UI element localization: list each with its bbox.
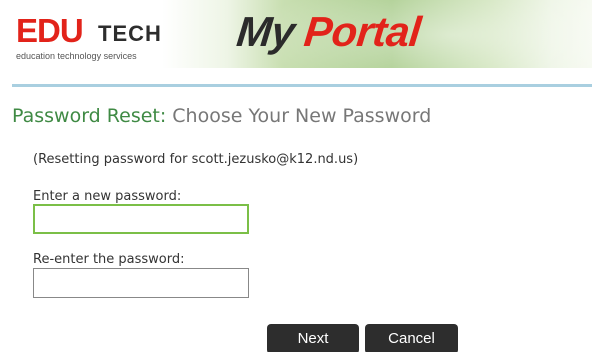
page-title-main: Password Reset:: [12, 105, 167, 127]
new-password-input[interactable]: [33, 204, 249, 234]
edutech-logo-primary: EDU: [16, 12, 84, 49]
myportal-logo-my: My: [234, 8, 297, 55]
page-title-subtitle: Choose Your New Password: [172, 105, 432, 127]
page-title: Password Reset: Choose Your New Password: [12, 104, 431, 128]
header-divider: [12, 84, 592, 87]
confirm-password-input[interactable]: [33, 268, 249, 298]
confirm-password-label: Re-enter the password:: [33, 252, 185, 267]
edutech-logo-secondary: TECH: [98, 21, 162, 46]
cancel-button[interactable]: Cancel: [365, 324, 458, 352]
myportal-logo: My Portal: [234, 8, 423, 55]
new-password-label: Enter a new password:: [33, 189, 182, 204]
header-banner: EDU TECH education technology services M…: [12, 0, 592, 68]
myportal-logo-portal: Portal: [301, 8, 423, 55]
edutech-logo-tagline: education technology services: [16, 51, 137, 61]
reset-account-note: (Resetting password for scott.jezusko@k1…: [33, 152, 359, 167]
next-button[interactable]: Next: [267, 324, 359, 352]
